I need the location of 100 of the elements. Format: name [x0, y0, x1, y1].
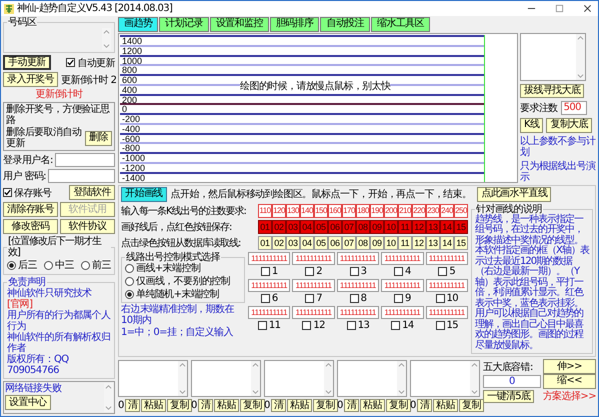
input-field[interactable]: 1111111111	[426, 278, 468, 292]
button[interactable]: 点此画水平直线	[477, 186, 552, 202]
checkbox[interactable]	[394, 294, 403, 302]
count-field[interactable]: 220	[412, 204, 426, 218]
radio-button[interactable]	[125, 276, 134, 286]
input-field[interactable]: 1111111111	[381, 252, 424, 264]
scrollbar[interactable]	[102, 28, 111, 50]
button[interactable]: 拔线寻找大底	[520, 84, 584, 98]
load-button[interactable]: 06	[328, 236, 342, 250]
scrollbar[interactable]	[576, 34, 585, 80]
button[interactable]: 复制	[312, 399, 338, 412]
save-button[interactable]: 07	[342, 220, 356, 234]
button[interactable]: 一键清5底	[483, 390, 534, 402]
save-button[interactable]: 10	[384, 220, 398, 234]
text-area[interactable]	[118, 360, 188, 397]
count-field[interactable]: 140	[300, 204, 314, 218]
scrollbar[interactable]	[324, 361, 333, 396]
save-button[interactable]: 08	[356, 220, 370, 234]
count-field[interactable]: 150	[314, 204, 328, 218]
text-area[interactable]	[191, 360, 261, 397]
count-field[interactable]: 130	[286, 204, 300, 218]
button[interactable]: 粘贴	[214, 399, 239, 412]
radio-button[interactable]	[44, 260, 54, 270]
count-field[interactable]: 190	[370, 204, 384, 218]
tab[interactable]: 缩水工具区	[371, 17, 430, 32]
radio-button[interactable]	[81, 260, 90, 270]
button[interactable]: 复制	[386, 399, 411, 412]
scrollbar[interactable]	[104, 383, 113, 412]
button[interactable]: 清	[270, 399, 286, 412]
link[interactable]: 方案选择>>	[542, 389, 596, 403]
input-field[interactable]: 1111111111	[292, 252, 335, 264]
load-button[interactable]: 13	[426, 236, 440, 250]
button[interactable]: 清	[124, 399, 140, 412]
button[interactable]: 设置中心	[5, 395, 51, 410]
input-field[interactable]	[54, 153, 115, 167]
checkbox[interactable]	[394, 266, 403, 276]
save-button[interactable]: 03	[286, 220, 300, 234]
checkbox[interactable]	[305, 266, 314, 276]
checkbox[interactable]	[258, 320, 267, 330]
drawing-area[interactable]: 1400 1200 1000 800 600 400 200 0 -200 -400 -600 -800 -1000 -1200 -1400 绘图的时候，请放慢点鼠标，别太快	[118, 33, 518, 182]
button[interactable]: 录入开奖号	[3, 72, 58, 87]
load-button[interactable]: 12	[412, 236, 426, 250]
tab[interactable]: 设置和监控	[210, 17, 269, 32]
load-button[interactable]: 09	[370, 236, 384, 250]
save-button[interactable]: 01	[258, 220, 272, 234]
save-button[interactable]: 09	[370, 220, 384, 234]
count-field[interactable]: 230	[426, 204, 440, 218]
count-field[interactable]: 120	[272, 204, 286, 218]
input-field[interactable]: 1111111111	[248, 278, 290, 292]
input-field[interactable]: 1111111111	[381, 306, 424, 318]
checkbox[interactable]	[350, 294, 359, 302]
button[interactable]: 粘贴	[433, 399, 458, 412]
button[interactable]: 伸>>	[542, 359, 596, 374]
checkbox[interactable]	[438, 266, 448, 276]
scrollbar[interactable]	[397, 361, 406, 396]
radio-button[interactable]	[7, 260, 16, 270]
input-field[interactable]: 1111111111	[336, 306, 380, 318]
input-field[interactable]	[48, 169, 115, 183]
button[interactable]: 粘贴	[141, 399, 166, 412]
save-button[interactable]: 06	[328, 220, 342, 234]
button[interactable]: 粘贴	[287, 399, 312, 412]
button[interactable]: 复制大底	[546, 118, 592, 132]
button[interactable]: 登陆软件	[69, 185, 115, 200]
load-button[interactable]: 14	[440, 236, 454, 250]
button[interactable]: 清除存账号	[3, 202, 58, 217]
tab[interactable]: 自动投注	[320, 17, 370, 32]
text-area[interactable]	[520, 33, 586, 80]
radio-button[interactable]	[125, 264, 134, 272]
tab[interactable]: 计划记录	[159, 17, 209, 32]
load-button[interactable]: 04	[300, 236, 314, 250]
text-area[interactable]	[410, 360, 480, 397]
checkbox[interactable]	[302, 320, 312, 330]
input-field[interactable]: 1111111111	[381, 278, 424, 292]
input-field[interactable]: 1111111111	[336, 278, 380, 292]
scrollbar[interactable]	[178, 361, 187, 396]
load-button[interactable]: 05	[314, 236, 328, 250]
count-field[interactable]: 170	[342, 204, 356, 218]
tab[interactable]: 胆码排序	[270, 17, 320, 32]
button[interactable]: 手动更新	[3, 55, 51, 70]
button[interactable]: 修改密码	[3, 219, 58, 234]
scrollbar[interactable]	[470, 361, 479, 396]
count-field[interactable]: 180	[356, 204, 370, 218]
save-button[interactable]: 02	[272, 220, 286, 234]
text-area[interactable]	[337, 360, 407, 397]
load-button[interactable]: 03	[286, 236, 300, 250]
checkbox[interactable]	[260, 266, 270, 276]
load-button[interactable]: 11	[398, 236, 412, 250]
button[interactable]: 缩<<	[542, 374, 596, 388]
count-field[interactable]: 160	[328, 204, 342, 218]
radio-button[interactable]	[125, 290, 134, 298]
scrollbar[interactable]	[251, 361, 260, 396]
count-field[interactable]: 110	[258, 204, 272, 218]
input-field[interactable]: 1111111111	[426, 306, 468, 318]
button[interactable]: 粘贴	[360, 399, 385, 412]
checkbox[interactable]	[66, 58, 76, 67]
save-button[interactable]: 12	[412, 220, 426, 234]
count-field[interactable]: 210	[398, 204, 412, 218]
button[interactable]: 软件协议	[60, 219, 115, 234]
checkbox[interactable]	[391, 320, 400, 330]
load-button[interactable]: 15	[454, 236, 468, 250]
